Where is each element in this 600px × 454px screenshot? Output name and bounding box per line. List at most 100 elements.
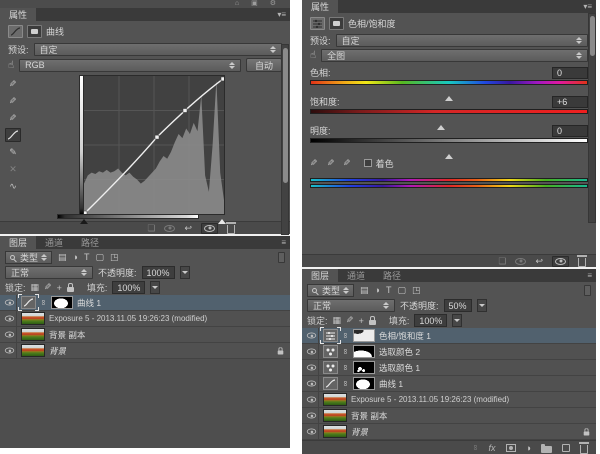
layer-name[interactable]: 背景 副本 [351,410,387,422]
gray-point-eyedropper-icon[interactable]: ✎ [9,96,17,107]
colorize-checkbox[interactable] [364,159,372,167]
previous-state-icon[interactable] [164,225,175,232]
eyedropper-icon[interactable]: ✎ [310,158,318,169]
hue-value-input[interactable]: 0 [552,67,588,79]
layer-mask-thumbnail[interactable] [353,329,375,342]
curves-layer-thumbnail[interactable] [323,377,338,390]
mask-link-icon[interactable]: ∞ [341,364,350,371]
clip-to-layer-icon[interactable]: ❏ [147,223,155,234]
layer-name[interactable]: 背景 [49,345,66,357]
layer-name[interactable]: 背景 副本 [49,329,85,341]
tab-paths[interactable]: 路径 [72,236,108,249]
huesat-layer-thumbnail[interactable] [323,329,338,342]
preset-dropdown[interactable]: 自定 [34,43,282,56]
layer-mask-thumbnail[interactable] [353,377,375,390]
scrollbar-thumb[interactable] [590,16,595,56]
filter-shape-icon[interactable]: ▢ [95,252,104,263]
hue-slider-marker[interactable] [445,86,453,96]
mask-badge-icon[interactable] [27,25,42,38]
lightness-slider[interactable] [310,138,588,150]
new-group-icon[interactable] [541,446,552,453]
lock-move-icon[interactable]: + [57,283,62,293]
filter-shape-icon[interactable]: ▢ [397,285,406,296]
delete-layer-icon[interactable] [580,445,588,454]
layers-menu-icon[interactable]: ≡ [587,269,596,282]
lock-all-icon[interactable] [67,287,74,292]
lock-all-icon[interactable] [369,320,376,325]
tab-channels[interactable]: 通道 [338,269,374,282]
targeted-adjustment-icon[interactable]: ☝ [8,60,14,71]
filter-switch[interactable] [278,252,285,263]
mask-link-icon[interactable]: ∞ [39,299,48,306]
black-point-eyedropper-icon[interactable]: ✎ [9,79,17,90]
panel-menu-icon[interactable]: ▾≡ [583,0,596,13]
link-layers-icon[interactable]: ∞ [471,444,480,451]
filter-kind-dropdown[interactable]: 类型 [307,284,354,297]
layer-row-selective1[interactable]: ∞ 选取颜色 1 [302,360,596,376]
visibility-toggle[interactable] [552,256,569,267]
visibility-eye-icon[interactable] [306,413,315,419]
fill-value[interactable]: 100% [414,314,447,327]
tab-layers[interactable]: 图层 [0,236,36,249]
layer-name[interactable]: Exposure 5 - 2013.11.05 19:26:23 (modifi… [49,314,207,323]
layer-row-curves1[interactable]: ∞ 曲线 1 [302,376,596,392]
layer-thumbnail[interactable] [323,409,347,422]
mask-link-icon[interactable]: ∞ [341,380,350,387]
opacity-caret[interactable] [180,266,190,279]
layer-name[interactable]: 选取颜色 1 [379,362,420,374]
white-input-slider[interactable] [218,219,226,224]
clip-to-layer-icon[interactable]: ❏ [498,256,506,267]
filter-kind-dropdown[interactable]: 类型 [5,251,52,264]
lock-paint-icon[interactable]: ✎ [44,282,52,293]
layer-thumbnail[interactable] [21,328,45,341]
white-point-eyedropper-icon[interactable]: ✎ [9,113,17,124]
filter-switch[interactable] [584,285,591,296]
layer-row-exposure[interactable]: Exposure 5 - 2013.11.05 19:26:23 (modifi… [0,311,290,327]
blend-mode-dropdown[interactable]: 正常 [5,266,93,279]
layer-row-selective2[interactable]: ∞ 选取颜色 2 [302,344,596,360]
curves-layer-thumbnail[interactable] [21,296,36,309]
preset-dropdown[interactable]: 自定 [336,34,588,47]
layer-mask-thumbnail[interactable] [353,345,375,358]
layer-thumbnail[interactable] [21,344,45,357]
layer-row-curves1[interactable]: ∞ 曲线 1 [0,295,290,311]
visibility-eye-icon[interactable] [306,429,315,435]
lock-transparency-icon[interactable]: ▦ [31,282,40,293]
layer-thumbnail[interactable] [323,393,347,406]
hue-slider[interactable] [310,80,588,92]
layer-name[interactable]: 色相/饱和度 1 [379,330,431,342]
filter-adjustment-icon[interactable]: ◑ [73,252,78,262]
mask-link-icon[interactable]: ∞ [341,332,350,339]
panel-menu-icon[interactable]: ▾≡ [277,8,290,21]
fill-caret[interactable] [150,281,160,294]
home-icon[interactable]: ⌂ [235,0,239,8]
screen-icon[interactable]: ▣ [251,0,258,8]
pencil-tool-icon[interactable]: ✎ [9,147,17,158]
tab-paths[interactable]: 路径 [374,269,410,282]
subtract-eyedropper-icon[interactable]: ✎ [343,158,351,169]
lightness-slider-marker[interactable] [445,144,453,154]
properties-scrollbar[interactable] [588,13,596,223]
mask-badge-icon[interactable] [329,17,344,30]
add-mask-icon[interactable] [506,444,516,452]
reset-icon[interactable]: ↩ [184,223,192,234]
curve-display-options-icon[interactable]: ∿ [9,181,17,192]
tab-channels[interactable]: 通道 [36,236,72,249]
filter-image-icon[interactable]: ▤ [58,252,67,263]
saturation-slider[interactable] [310,109,588,121]
filter-adjustment-icon[interactable]: ◑ [375,285,380,295]
visibility-eye-icon[interactable] [306,333,315,339]
lightness-value-input[interactable]: 0 [552,125,588,137]
layer-name[interactable]: Exposure 5 - 2013.11.05 19:26:23 (modifi… [351,395,509,404]
mask-link-icon[interactable]: ∞ [341,348,350,355]
visibility-eye-icon[interactable] [4,348,13,354]
channel-dropdown[interactable]: RGB [19,59,241,72]
visibility-toggle[interactable] [201,223,218,234]
visibility-eye-icon[interactable] [4,316,13,322]
filter-image-icon[interactable]: ▤ [360,285,369,296]
layer-mask-thumbnail[interactable] [51,296,73,309]
selective-color-thumbnail[interactable] [323,345,338,358]
layer-name[interactable]: 背景 [351,426,368,438]
layer-name[interactable]: 选取颜色 2 [379,346,420,358]
lock-paint-icon[interactable]: ✎ [346,315,354,326]
